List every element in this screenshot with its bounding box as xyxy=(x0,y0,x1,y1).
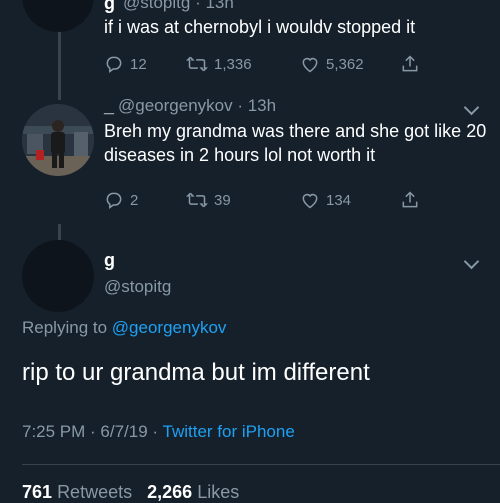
replying-to-label: Replying to xyxy=(22,318,108,337)
retweets-stat[interactable]: 761 Retweets xyxy=(22,482,137,502)
tweet1-retweet-count: 1,336 xyxy=(214,55,252,73)
replying-to-handle-link[interactable]: @georgenykov xyxy=(112,318,227,337)
likes-label: Likes xyxy=(197,482,240,502)
tweet1-handle-time: @stopitg · 13h xyxy=(123,0,234,12)
tweet2-retweet-count: 39 xyxy=(214,191,231,209)
avatar-photo[interactable] xyxy=(22,104,94,176)
tweet1-like-count: 5,362 xyxy=(326,55,364,73)
retweet-icon xyxy=(186,192,208,208)
avatar[interactable] xyxy=(22,0,94,32)
share-icon xyxy=(402,191,418,208)
tweet2-name: _ xyxy=(104,96,115,116)
chevron-down-icon[interactable] xyxy=(463,99,480,116)
person-photo xyxy=(22,104,94,176)
share-icon xyxy=(402,55,418,72)
tweet2-like-button[interactable]: 134 xyxy=(300,190,351,210)
main-avatar[interactable] xyxy=(22,240,94,312)
tweet1-reply-count: 12 xyxy=(130,55,147,73)
tweet1-retweet-button[interactable]: 1,336 xyxy=(186,54,252,74)
main-tweet-timestamp: 7:25 PM · 6/7/19 · xyxy=(22,422,159,441)
reply-icon xyxy=(106,56,122,73)
heart-icon xyxy=(302,193,318,209)
likes-stat[interactable]: 2,266 Likes xyxy=(147,482,239,502)
tweet1-share-button[interactable] xyxy=(400,54,420,74)
tweet1-reply-button[interactable]: 12 xyxy=(104,54,147,74)
main-tweet-handle: @stopitg xyxy=(104,277,172,296)
tweet1-name: g xyxy=(104,0,115,13)
retweet-icon xyxy=(186,56,208,72)
main-tweet-meta: 7:25 PM · 6/7/19 · Twitter for iPhone xyxy=(22,422,295,442)
reply-icon xyxy=(106,192,122,209)
heart-icon xyxy=(302,57,318,73)
replying-to: Replying to @georgenykov xyxy=(22,318,226,338)
tweet2-text: Breh my grandma was there and she got li… xyxy=(104,121,487,165)
retweets-count: 761 xyxy=(22,482,53,502)
tweet2-retweet-button[interactable]: 39 xyxy=(186,190,231,210)
chevron-down-icon[interactable] xyxy=(463,253,480,270)
tweet2-handle-time: @georgenykov · 13h xyxy=(118,96,277,115)
main-tweet-text: rip to ur grandma but im different xyxy=(22,359,370,386)
tweet1-text: if i was at chernobyl i wouldv stopped i… xyxy=(104,17,416,37)
main-tweet-name: g xyxy=(104,250,115,270)
tweet2-reply-count: 2 xyxy=(130,191,139,209)
source-link[interactable]: Twitter for iPhone xyxy=(163,422,295,441)
tweet2-like-count: 134 xyxy=(326,191,352,209)
tweet2-reply-button[interactable]: 2 xyxy=(104,190,138,210)
divider xyxy=(22,464,500,465)
likes-count: 2,266 xyxy=(147,482,193,502)
tweet1-like-button[interactable]: 5,362 xyxy=(300,54,364,74)
retweets-label: Retweets xyxy=(57,482,133,502)
tweet2-share-button[interactable] xyxy=(400,190,420,210)
